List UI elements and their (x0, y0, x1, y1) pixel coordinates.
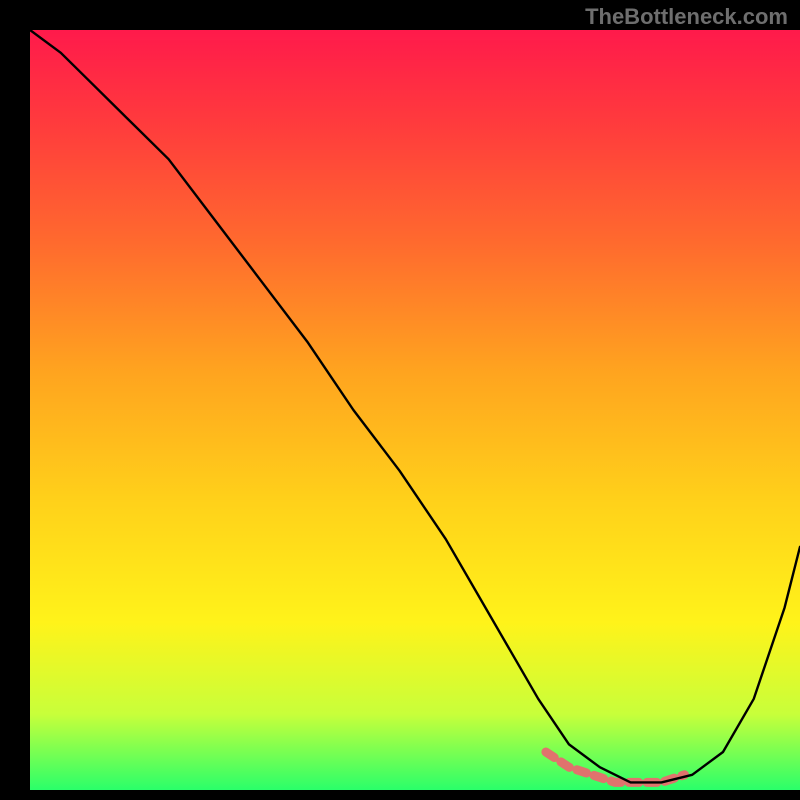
curve-path (30, 30, 800, 782)
plot-area (30, 30, 800, 790)
watermark-text: TheBottleneck.com (585, 4, 788, 30)
highlight-band-path (546, 752, 685, 782)
chart-stage: TheBottleneck.com (0, 0, 800, 800)
chart-svg (30, 30, 800, 790)
